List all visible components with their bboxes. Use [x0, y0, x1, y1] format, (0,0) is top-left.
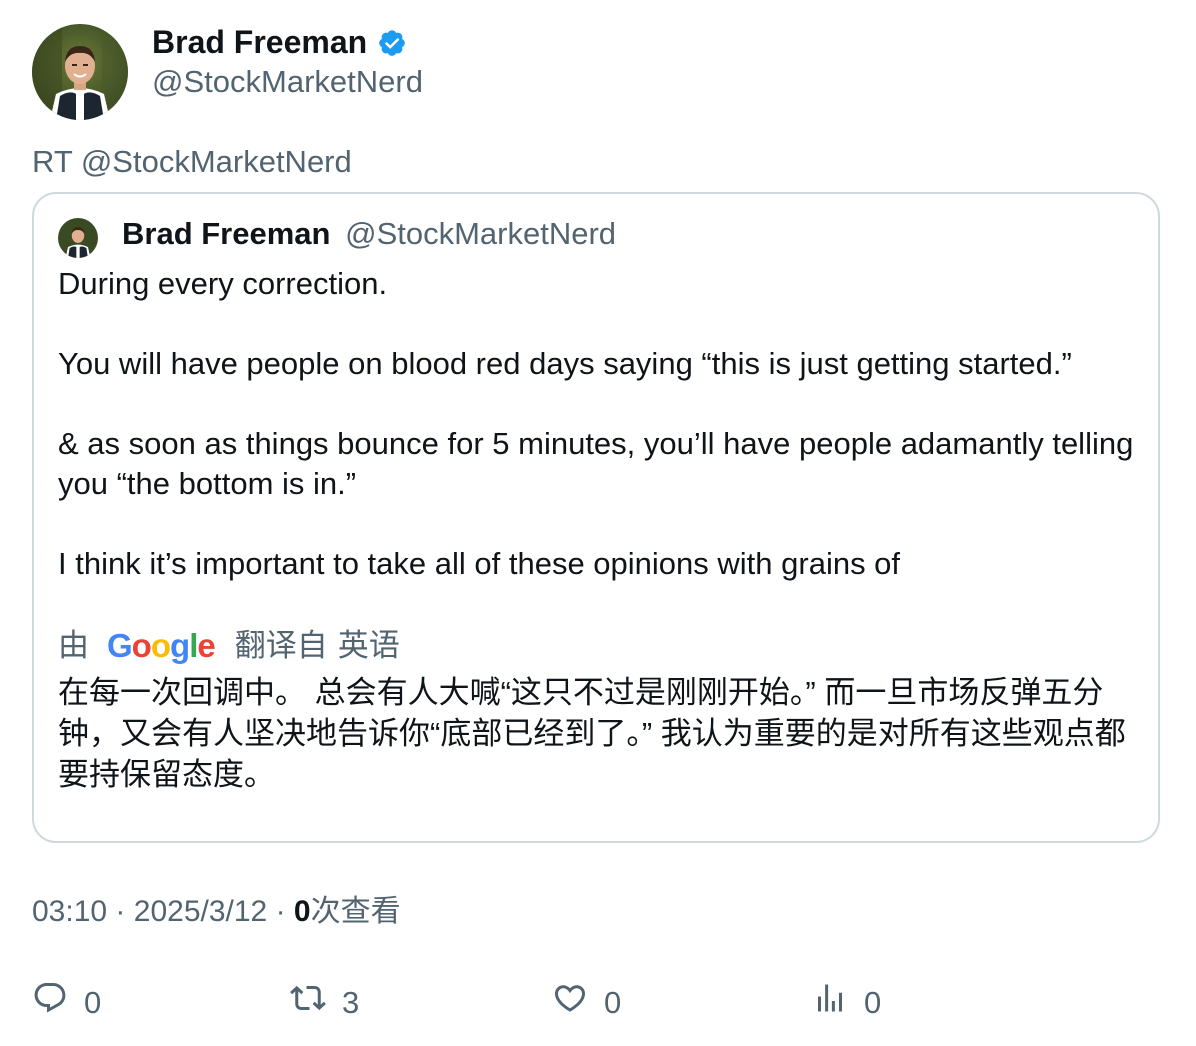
quoted-author-handle: @StockMarketNerd — [345, 216, 617, 251]
quoted-tweet-card[interactable]: Brad Freeman @StockMarketNerd During eve… — [32, 192, 1160, 843]
verified-badge-icon — [377, 27, 407, 57]
like-button[interactable]: 0 — [552, 980, 621, 1026]
translation-suffix: 翻译自 — [234, 628, 328, 663]
tweet-meta: 03:10 · 2025/3/12 · 0次查看 — [32, 892, 401, 932]
retweet-label: RT @StockMarketNerd — [32, 144, 352, 179]
meta-separator: · — [275, 895, 286, 928]
translation-attribution: 由 Google 翻译自 英语 — [58, 626, 400, 666]
quoted-paragraph: & as soon as things bounce for 5 minutes… — [58, 426, 1134, 501]
author-name-row[interactable]: Brad Freeman — [152, 22, 407, 62]
translation-prefix: 由 — [58, 628, 89, 663]
retweet-count: 3 — [342, 985, 360, 1020]
translation-language: 英语 — [337, 628, 400, 663]
views-button[interactable]: 0 — [812, 980, 881, 1026]
quoted-paragraph: You will have people on blood red days s… — [58, 346, 1072, 381]
retweet-icon — [290, 980, 326, 1026]
reply-button[interactable]: 0 — [32, 980, 101, 1026]
views-icon — [812, 980, 848, 1026]
quoted-paragraph: During every correction. — [58, 266, 388, 301]
reply-count: 0 — [84, 985, 102, 1020]
translated-text: 在每一次回调中。 总会有人大喊“这只不过是刚刚开始。” 而一旦市场反弹五分钟，又… — [58, 675, 1126, 792]
quoted-author-row: Brad Freeman @StockMarketNerd — [122, 214, 616, 254]
action-bar: 0 3 0 0 — [32, 980, 1162, 1024]
views-action-count: 0 — [864, 985, 882, 1020]
views-label: 次查看 — [310, 895, 401, 928]
author-avatar[interactable] — [32, 24, 128, 120]
like-count: 0 — [604, 985, 622, 1020]
meta-separator: · — [115, 895, 126, 928]
quoted-author-avatar — [58, 218, 98, 258]
author-name[interactable]: Brad Freeman — [152, 22, 367, 62]
quoted-author-name: Brad Freeman — [122, 216, 331, 251]
author-handle[interactable]: @StockMarketNerd — [152, 62, 423, 102]
reply-icon — [32, 980, 68, 1026]
quoted-paragraph: I think it’s important to take all of th… — [58, 546, 901, 581]
like-icon — [552, 980, 588, 1026]
retweet-button[interactable]: 3 — [290, 980, 359, 1026]
google-logo: Google — [107, 627, 216, 664]
tweet-time[interactable]: 03:10 — [32, 895, 107, 928]
tweet-date[interactable]: 2025/3/12 — [134, 895, 267, 928]
quoted-tweet-text: During every correction. You will have p… — [58, 264, 1138, 584]
views-count: 0 — [293, 895, 311, 928]
